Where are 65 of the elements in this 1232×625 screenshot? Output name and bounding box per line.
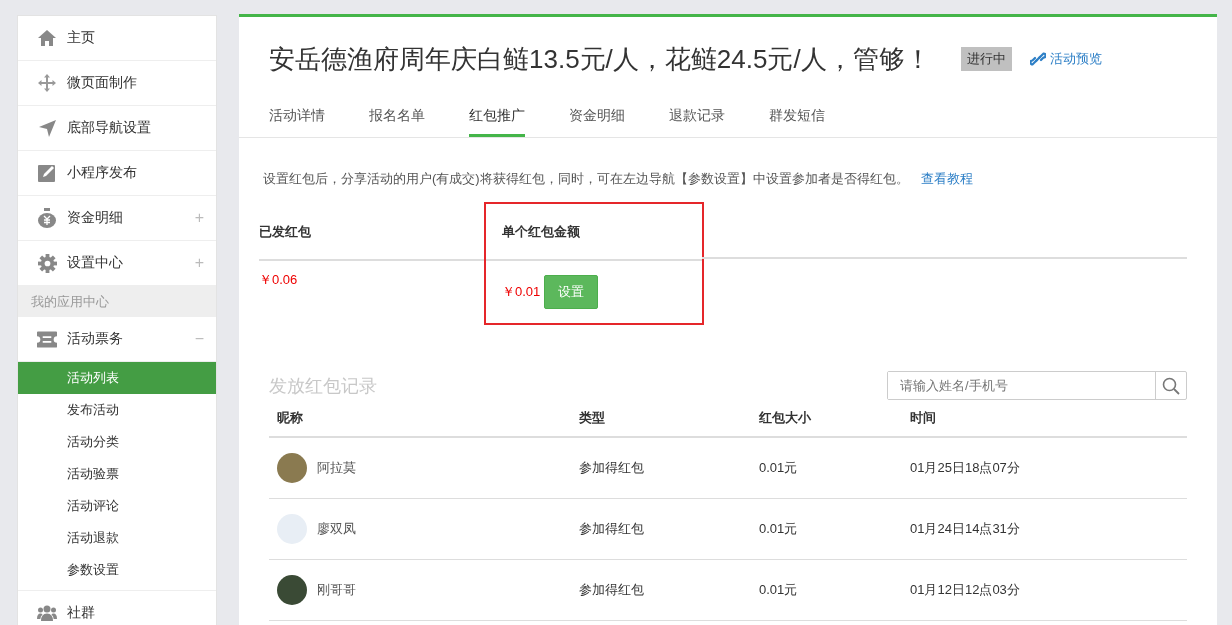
sidebar-subitem[interactable]: 活动退款 [18,522,216,554]
tab[interactable]: 资金明细 [569,105,625,137]
sidebar-section-header: 我的应用中心 [18,286,216,317]
sidebar-subitem[interactable]: 活动分类 [18,426,216,458]
sidebar-item-label: 活动票务 [67,330,124,348]
sidebar-subitem[interactable]: 活动评论 [18,490,216,522]
table-cell-text: 参加得红包 [579,520,645,538]
table-cell-text: 0.01元 [759,459,799,477]
edit-square-icon [38,164,56,182]
gear-icon [37,253,57,273]
sidebar-subitem[interactable]: 发布活动 [18,394,216,426]
column-header: 时间 [910,409,937,427]
sidebar-item-label: 小程序发布 [67,164,138,182]
sidebar-item-label: 微页面制作 [67,74,138,92]
event-title: 安岳德渔府周年庆白鲢13.5元/人，花鲢24.5元/人，管够！ [269,42,931,76]
notice-text: 设置红包后，分享活动的用户(有成交)将获得红包，同时，可在左边导航【参数设置】中设置参加者是否得红包。 查看教程 [263,170,974,188]
link-icon [1029,51,1046,67]
tab[interactable]: 活动详情 [269,105,325,137]
home-icon [38,30,56,46]
ticket-icon [37,330,57,348]
money-bag-icon [38,208,56,228]
sidebar-item[interactable]: 社群 [18,591,216,625]
table-cell: 刚哥哥 [317,581,356,599]
tab[interactable]: 报名名单 [369,105,425,137]
avatar-placeholder [277,453,307,483]
sidebar-item[interactable]: 主页 [18,16,216,61]
search-icon [1162,376,1180,395]
table-cell-text: 0.01元 [759,581,799,599]
tutorial-link[interactable]: 查看教程 [920,171,973,186]
table-cell-text: 01月24日14点31分 [910,520,1021,538]
sidebar-item-label: 主页 [67,29,96,47]
people-icon [37,605,57,621]
sidebar-item[interactable]: 底部导航设置 [18,106,216,151]
avatar-placeholder [277,575,307,605]
column-header: 已发红包 [259,204,486,261]
sidebar-subitem[interactable]: 活动验票 [18,458,216,490]
single-amount: ￥0.01 [502,283,541,301]
sidebar-item[interactable]: 资金明细 + [18,196,216,241]
table-cell-text: 参加得红包 [579,459,645,477]
sidebar-item[interactable]: 小程序发布 [18,151,216,196]
status-badge: 进行中 [960,47,1012,71]
column-header: 昵称 [277,409,304,427]
tab[interactable]: 群发短信 [769,105,825,137]
table-cell-text: 参加得红包 [579,581,645,599]
sidebar-item[interactable]: 微页面制作 [18,61,216,106]
tab[interactable]: 红包推广 [469,105,525,137]
sidebar-subitem[interactable]: 参数设置 [18,554,216,586]
sidebar-item-label: 底部导航设置 [67,119,152,137]
table-cell-text: 01月25日18点07分 [910,459,1021,477]
tab[interactable]: 退款记录 [669,105,725,137]
sidebar-item-label: 社群 [67,604,96,622]
column-header: 单个红包金额 [486,204,702,261]
table-cell: 廖双凤 [317,520,356,538]
table-cell: 阿拉莫 [317,459,356,477]
table-cell-text: 0.01元 [759,520,799,538]
navigation-arrow-icon [38,119,56,137]
move-arrows-icon [38,74,56,92]
sent-amount: ￥0.06 [259,272,298,287]
table-cell-text: 01月12日12点03分 [910,581,1021,599]
search-field[interactable]: 请输入姓名/手机号 [887,371,1187,400]
sidebar-item-label: 设置中心 [67,254,124,272]
sidebar-item-label: 资金明细 [67,209,124,227]
preview-link[interactable]: 活动预览 [1029,50,1102,68]
column-header: 红包大小 [759,409,812,427]
column-header: 类型 [579,409,606,427]
